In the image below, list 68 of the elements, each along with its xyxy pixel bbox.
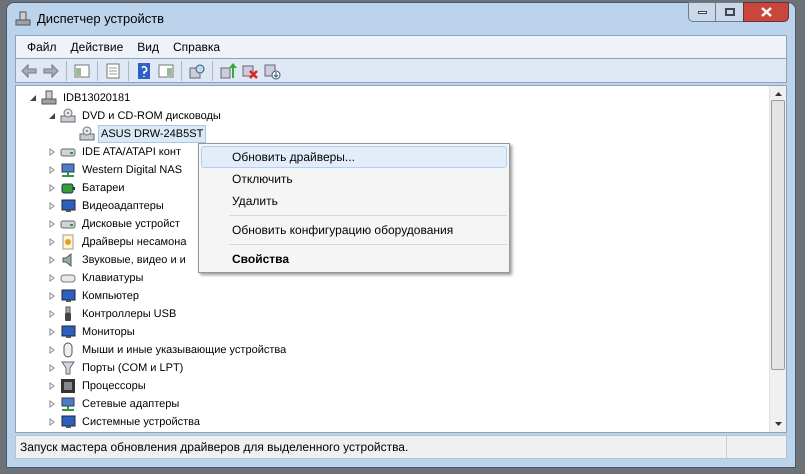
collapse-arrow-icon[interactable]: [28, 93, 38, 103]
tree-item[interactable]: Процессоры: [79, 377, 149, 395]
menu-item[interactable]: Действие: [64, 38, 130, 56]
tree-item[interactable]: Видеоадаптеры: [79, 197, 167, 215]
computer-icon: [41, 90, 57, 106]
tree-item[interactable]: Мониторы: [79, 323, 138, 341]
expand-arrow-icon[interactable]: [47, 327, 57, 337]
expand-arrow-icon[interactable]: [47, 219, 57, 229]
scroll-down-arrow-icon[interactable]: [774, 422, 782, 426]
menu-option[interactable]: Отключить: [201, 168, 507, 190]
drive-icon: [60, 108, 76, 124]
tree-item[interactable]: Сетевые адаптеры: [79, 395, 182, 413]
warning-file-icon: [60, 234, 76, 250]
maximize-button[interactable]: [716, 2, 743, 22]
expand-arrow-icon[interactable]: [47, 237, 57, 247]
expand-arrow-icon[interactable]: [47, 309, 57, 319]
tree-item[interactable]: Дисковые устройст: [79, 215, 183, 233]
scrollbar[interactable]: [769, 86, 786, 432]
menu-option[interactable]: Обновить драйверы...: [201, 146, 507, 168]
expand-arrow-icon[interactable]: [47, 201, 57, 211]
menu-option[interactable]: Обновить конфигурацию оборудования: [201, 219, 507, 241]
monitor-icon: [60, 414, 76, 430]
network-icon: [60, 162, 76, 178]
menu-option[interactable]: Свойства: [201, 248, 507, 270]
expand-arrow-icon[interactable]: [47, 147, 57, 157]
tree-item[interactable]: Мыши и иные указывающие устройства: [79, 341, 290, 359]
tree-item[interactable]: Драйверы несамона: [79, 233, 190, 251]
network-icon: [60, 396, 76, 412]
expand-arrow-icon[interactable]: [47, 183, 57, 193]
monitor-icon: [60, 198, 76, 214]
expand-arrow-icon[interactable]: [47, 399, 57, 409]
tree-item[interactable]: Батареи: [79, 179, 128, 197]
tree-item[interactable]: ASUS DRW-24B5ST: [98, 125, 206, 143]
expand-arrow-icon[interactable]: [47, 363, 57, 373]
computer-icon: [15, 11, 31, 27]
window-title: Диспетчер устройств: [37, 10, 164, 28]
tree-item[interactable]: Системные устройства: [79, 413, 204, 431]
tree-item[interactable]: Звуковые, видео и и: [79, 251, 189, 269]
port-icon: [60, 360, 76, 376]
expand-arrow-icon[interactable]: [47, 417, 57, 427]
drive-icon: [79, 126, 95, 142]
menu-item[interactable]: Справка: [166, 38, 228, 56]
monitor-icon: [60, 324, 76, 340]
scroll-up-arrow-icon[interactable]: [774, 92, 782, 96]
chip-icon: [60, 378, 76, 394]
tree-item[interactable]: Порты (COM и LPT): [79, 359, 186, 377]
status-text: Запуск мастера обновления драйверов для выделенного устройства.: [19, 439, 410, 456]
menu-item[interactable]: Вид: [130, 38, 166, 56]
tree-item[interactable]: Контроллеры USB: [79, 305, 180, 323]
minimize-button[interactable]: [688, 2, 716, 22]
menu-option[interactable]: Удалить: [201, 190, 507, 212]
collapse-arrow-icon[interactable]: [47, 111, 57, 121]
expand-arrow-icon[interactable]: [47, 345, 57, 355]
expand-arrow-icon[interactable]: [47, 165, 57, 175]
tree-item[interactable]: Компьютер: [79, 287, 142, 305]
tree-item[interactable]: Western Digital NAS: [79, 161, 186, 179]
tree-item[interactable]: IDE ATA/ATAPI конт: [79, 143, 184, 161]
tree-item[interactable]: DVD и CD-ROM дисководы: [79, 107, 224, 125]
menu-item[interactable]: Файл: [20, 38, 64, 56]
monitor-icon: [60, 288, 76, 304]
tree-item[interactable]: IDB13020181: [60, 89, 134, 107]
expand-arrow-icon[interactable]: [47, 291, 57, 301]
close-icon: [760, 7, 772, 17]
close-button[interactable]: [743, 2, 789, 22]
expand-arrow-icon[interactable]: [47, 255, 57, 265]
expand-arrow-icon[interactable]: [47, 273, 57, 283]
expand-arrow-icon[interactable]: [47, 381, 57, 391]
tree-item[interactable]: Клавиатуры: [79, 269, 146, 287]
